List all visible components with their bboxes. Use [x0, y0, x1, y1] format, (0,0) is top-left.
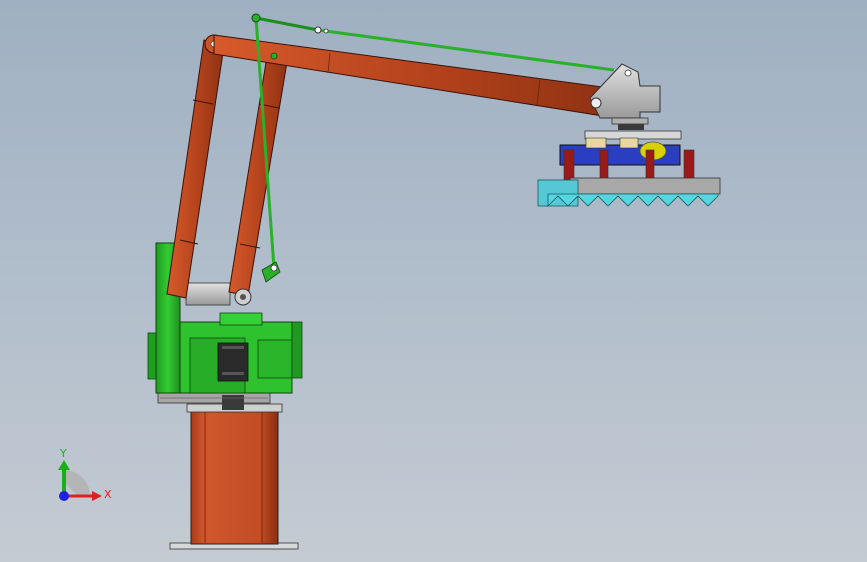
- vacuum-gripper[interactable]: [537, 130, 721, 207]
- wrist-joint[interactable]: [589, 63, 661, 130]
- base-column[interactable]: [169, 403, 299, 550]
- lower-arm[interactable]: [166, 34, 225, 299]
- cad-viewport[interactable]: Y X: [0, 0, 867, 562]
- robot-arm-model[interactable]: Y X: [0, 0, 867, 562]
- axis-triad: [58, 460, 102, 501]
- x-axis-label: X: [104, 488, 112, 501]
- rotation-motor[interactable]: [217, 342, 249, 382]
- upper-arm-link[interactable]: [228, 43, 289, 306]
- y-axis-label: Y: [59, 447, 67, 460]
